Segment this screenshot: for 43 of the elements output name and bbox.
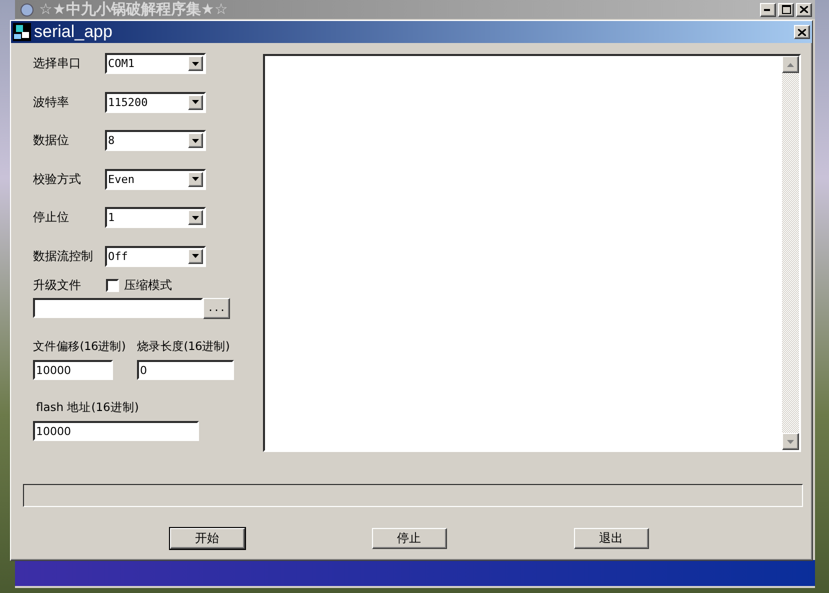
setting-label: 停止位 [33,209,70,226]
dropdown[interactable]: Even [105,168,206,190]
dropdown[interactable]: 8 [105,130,206,151]
app-icon [13,23,31,41]
minimize-icon[interactable] [760,2,776,16]
setting-label: 校验方式 [33,170,82,188]
dropdown[interactable]: 115200 [105,92,206,112]
maximize-icon[interactable] [778,2,794,16]
dropdown[interactable]: 1 [105,207,206,228]
dialog-button[interactable]: 退出 [574,528,648,549]
compress-label: 压缩模式 [124,276,172,294]
flash-address-field[interactable]: 10000 [33,421,199,441]
scroll-up-arrow-icon[interactable] [787,62,794,66]
upgrade-file-label: 升级文件 [33,276,82,294]
setting-label: 选择串口 [33,55,82,72]
flash-address-label: flash 地址(16进制) [35,400,140,415]
compress-checkbox[interactable] [106,278,119,292]
dropdown-value: COM1 [107,56,136,72]
setting-label: 数据流控制 [33,248,94,264]
burn-length-label: 烧录长度(16进制) [137,339,231,354]
dropdown-value: 1 [107,210,116,226]
dialog-button[interactable]: 开始 [170,528,244,549]
dropdown-value: Even [107,172,136,188]
setting-label: 数据位 [33,132,70,149]
scroll-down-arrow-icon[interactable] [787,440,794,444]
window-title: serial_app [34,22,112,42]
dropdown[interactable]: Off [105,246,206,266]
browse-button[interactable]: ... [203,298,230,319]
dropdown-value: 115200 [107,94,149,110]
file-offset-field[interactable]: 10000 [33,360,113,380]
burn-length-field[interactable]: 0 [137,360,234,380]
dropdown[interactable]: COM1 [105,53,206,74]
file-path-field[interactable] [33,298,203,318]
close-icon[interactable] [794,25,810,39]
setting-label: 波特率 [33,94,70,110]
dialog-button[interactable]: 停止 [372,528,446,549]
background-window-title: ☆★中九小锅破解程序集★☆ [39,0,228,19]
dropdown-value: Off [107,248,129,264]
close-icon[interactable] [796,2,812,16]
app-icon [19,2,35,16]
file-offset-label: 文件偏移(16进制) [33,339,127,354]
dropdown-value: 8 [107,133,116,149]
scrollbar[interactable] [782,56,799,450]
